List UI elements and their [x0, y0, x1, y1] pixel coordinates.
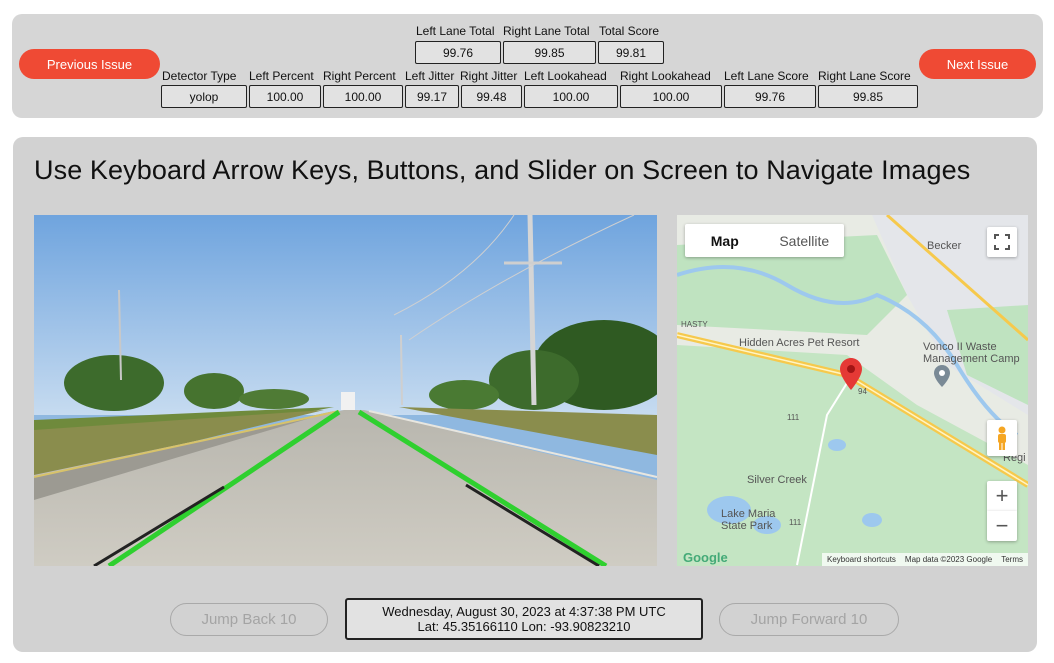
score-panel: Previous Issue Next Issue Left Lane Tota…: [12, 14, 1043, 118]
zoom-in-button[interactable]: +: [987, 481, 1017, 511]
map-label-vonco-2: Management Camp: [923, 353, 1020, 365]
map-footer: Keyboard shortcuts Map data ©2023 Google…: [821, 553, 1028, 566]
map-label-lake-maria-2: State Park: [721, 520, 773, 532]
road-scene: [34, 215, 657, 566]
map-tab[interactable]: Map: [685, 224, 765, 257]
map-label-vonco-1: Vonco II Waste: [923, 341, 997, 353]
google-logo: Google: [683, 550, 728, 565]
frame-info-box: Wednesday, August 30, 2023 at 4:37:38 PM…: [345, 598, 703, 640]
location-pin-icon: [840, 358, 862, 390]
right-percent-header: Right Percent: [323, 69, 396, 83]
terms-link[interactable]: Terms: [1001, 555, 1023, 564]
satellite-tab[interactable]: Satellite: [765, 224, 845, 257]
map-label-hasty: HASTY: [681, 320, 708, 329]
left-jitter-value: 99.17: [405, 85, 459, 108]
total-score-value: 99.81: [598, 41, 664, 64]
map-label-hidden-acres: Hidden Acres Pet Resort: [739, 337, 860, 349]
fullscreen-icon[interactable]: [987, 227, 1017, 257]
map-panel[interactable]: Map Satellite Becker HASTY Hidden Acres …: [677, 215, 1028, 566]
left-lane-score-header: Left Lane Score: [724, 69, 809, 83]
jump-forward-button[interactable]: Jump Forward 10: [719, 603, 899, 636]
right-lookahead-value: 100.00: [620, 85, 722, 108]
detector-type-header: Detector Type: [162, 69, 237, 83]
map-label-becker: Becker: [927, 240, 962, 252]
zoom-out-button[interactable]: −: [987, 511, 1017, 541]
right-percent-value: 100.00: [323, 85, 403, 108]
map-place-icon: [934, 365, 950, 387]
route-111-shield-b: 111: [789, 518, 802, 527]
previous-issue-button[interactable]: Previous Issue: [19, 49, 160, 79]
right-lane-score-header: Right Lane Score: [818, 69, 911, 83]
page-title: Use Keyboard Arrow Keys, Buttons, and Sl…: [34, 155, 971, 185]
right-jitter-header: Right Jitter: [460, 69, 518, 83]
jump-back-button[interactable]: Jump Back 10: [170, 603, 328, 636]
map-type-toggle[interactable]: Map Satellite: [685, 224, 844, 257]
right-lane-score-value: 99.85: [818, 85, 918, 108]
left-percent-value: 100.00: [249, 85, 321, 108]
route-111-shield-a: 111: [787, 413, 800, 422]
coordinates-text: Lat: 45.35166110 Lon: -93.90823210: [417, 619, 631, 634]
map-label-lake-maria-1: Lake Maria: [721, 508, 776, 520]
left-lane-score-value: 99.76: [724, 85, 816, 108]
detector-type-value: yolop: [161, 85, 247, 108]
left-percent-header: Left Percent: [249, 69, 314, 83]
total-score-header: Total Score: [599, 24, 660, 38]
datetime-text: Wednesday, August 30, 2023 at 4:37:38 PM…: [382, 604, 666, 619]
left-lookahead-value: 100.00: [524, 85, 618, 108]
left-lane-total-value: 99.76: [415, 41, 501, 64]
camera-frame-image: [34, 215, 657, 566]
keyboard-shortcuts-link[interactable]: Keyboard shortcuts: [827, 555, 896, 564]
right-lookahead-header: Right Lookahead: [620, 69, 711, 83]
right-lane-total-header: Right Lane Total: [503, 24, 590, 38]
next-issue-button[interactable]: Next Issue: [919, 49, 1036, 79]
left-jitter-header: Left Jitter: [405, 69, 455, 83]
pegman-icon[interactable]: [987, 420, 1017, 456]
right-lane-total-value: 99.85: [503, 41, 596, 64]
left-lookahead-header: Left Lookahead: [524, 69, 607, 83]
right-jitter-value: 99.48: [461, 85, 522, 108]
map-label-silver-creek: Silver Creek: [747, 474, 807, 486]
viewer-panel: Use Keyboard Arrow Keys, Buttons, and Sl…: [13, 137, 1037, 652]
map-data-attribution: Map data ©2023 Google: [904, 555, 993, 564]
left-lane-total-header: Left Lane Total: [416, 24, 495, 38]
